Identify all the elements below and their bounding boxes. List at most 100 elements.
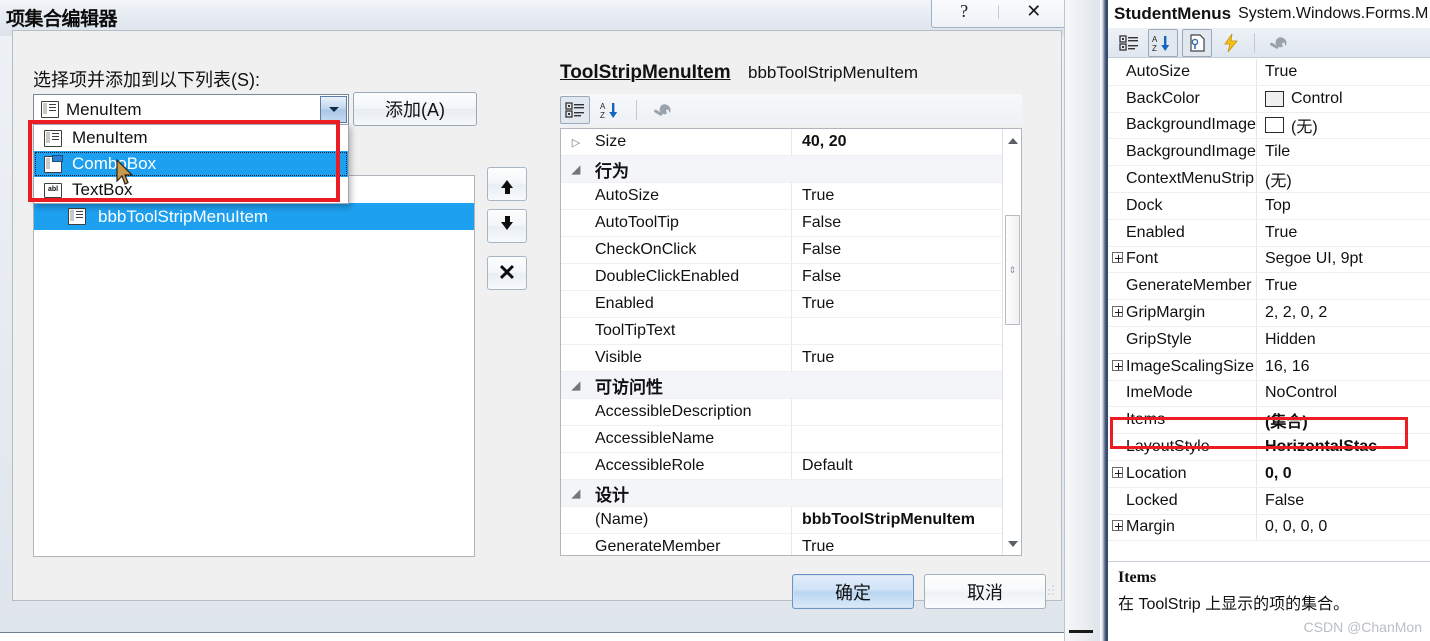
add-button[interactable]: 添加(A) bbox=[353, 92, 477, 126]
dropdown-option-menuitem[interactable]: MenuItem bbox=[34, 125, 348, 151]
expand-plus-icon[interactable] bbox=[1112, 252, 1123, 263]
property-row[interactable]: ImeModeNoControl bbox=[1108, 381, 1430, 408]
property-value[interactable]: 0, 0 bbox=[1256, 461, 1430, 487]
property-category-row[interactable]: ◢行为 bbox=[561, 156, 1021, 183]
property-value[interactable]: True bbox=[791, 183, 1021, 209]
property-grid-list[interactable]: ▷Size40, 20◢行为AutoSizeTrueAutoToolTipFal… bbox=[560, 128, 1022, 556]
properties-wrench-icon[interactable] bbox=[1263, 29, 1293, 57]
expander-icon[interactable]: ◢ bbox=[561, 379, 591, 392]
property-row[interactable]: FontSegoe UI, 9pt bbox=[1108, 247, 1430, 274]
property-row[interactable]: GripStyleHidden bbox=[1108, 327, 1430, 354]
property-grid-scrollbar[interactable]: ⇕ bbox=[1002, 129, 1021, 555]
outer-scroll-strip[interactable] bbox=[1064, 0, 1100, 641]
expand-plus-icon[interactable] bbox=[1112, 467, 1123, 478]
property-value[interactable]: True bbox=[1256, 220, 1430, 246]
property-category-row[interactable]: ◢设计 bbox=[561, 480, 1021, 507]
expander-icon[interactable]: ▷ bbox=[561, 136, 591, 149]
property-row[interactable]: GenerateMemberTrue bbox=[1108, 273, 1430, 300]
property-value[interactable]: True bbox=[791, 345, 1021, 371]
property-row[interactable]: BackgroundImageLayouTile bbox=[1108, 139, 1430, 166]
property-row[interactable]: ImageScalingSize16, 16 bbox=[1108, 354, 1430, 381]
property-value[interactable]: 0, 0, 0, 0 bbox=[1256, 515, 1430, 541]
property-row[interactable]: EnabledTrue bbox=[561, 291, 1021, 318]
property-row[interactable]: AccessibleDescription bbox=[561, 399, 1021, 426]
property-value[interactable]: HorizontalStac bbox=[1256, 434, 1430, 460]
property-value[interactable]: Control bbox=[1256, 86, 1430, 112]
property-row[interactable]: DoubleClickEnabledFalse bbox=[561, 264, 1021, 291]
property-value[interactable]: 40, 20 bbox=[791, 129, 1021, 155]
property-row[interactable]: AutoToolTipFalse bbox=[561, 210, 1021, 237]
property-value[interactable]: Default bbox=[791, 453, 1021, 479]
remove-button[interactable]: ✕ bbox=[487, 256, 527, 290]
item-type-dropdown-list[interactable]: MenuItem ComboBox abl TextBox bbox=[33, 124, 349, 204]
property-row[interactable]: ContextMenuStrip(无) bbox=[1108, 166, 1430, 193]
property-row[interactable]: BackColorControl bbox=[1108, 86, 1430, 113]
property-value[interactable]: False bbox=[791, 237, 1021, 263]
expander-icon[interactable]: ◢ bbox=[561, 163, 591, 176]
property-pages-icon[interactable] bbox=[1182, 29, 1212, 57]
property-row[interactable]: ToolTipText bbox=[561, 318, 1021, 345]
ok-button[interactable]: 确定 bbox=[792, 574, 914, 609]
property-value[interactable]: True bbox=[1256, 273, 1430, 299]
property-value[interactable]: False bbox=[791, 264, 1021, 290]
scroll-down-icon[interactable] bbox=[1003, 534, 1022, 553]
property-value[interactable]: NoControl bbox=[1256, 381, 1430, 407]
property-value[interactable]: False bbox=[791, 210, 1021, 236]
property-value[interactable]: False bbox=[1256, 488, 1430, 514]
property-row[interactable]: AutoSizeTrue bbox=[1108, 59, 1430, 86]
selected-items-listbox[interactable]: aaaToolStripMenuItem bbbToolStripMenuIte… bbox=[33, 175, 475, 557]
property-value[interactable]: (无) bbox=[1256, 166, 1430, 192]
property-value[interactable]: (无) bbox=[1256, 113, 1430, 139]
property-value[interactable]: Tile bbox=[1256, 139, 1430, 165]
chevron-down-icon[interactable] bbox=[320, 96, 347, 123]
property-row[interactable]: AccessibleRoleDefault bbox=[561, 453, 1021, 480]
move-down-button[interactable] bbox=[487, 209, 527, 243]
property-value[interactable]: (集合) bbox=[1256, 407, 1430, 433]
property-value[interactable]: Top bbox=[1256, 193, 1430, 219]
property-value[interactable] bbox=[791, 318, 1021, 344]
property-category-row[interactable]: ◢可访问性 bbox=[561, 372, 1021, 399]
dropdown-option-combobox[interactable]: ComboBox bbox=[34, 151, 348, 177]
property-row[interactable]: BackgroundImage(无) bbox=[1108, 113, 1430, 140]
property-value[interactable]: Segoe UI, 9pt bbox=[1256, 247, 1430, 273]
alphabetical-sort-icon[interactable]: A Z bbox=[596, 96, 626, 124]
cancel-button[interactable]: 取消 bbox=[924, 574, 1046, 609]
property-value[interactable] bbox=[791, 156, 1021, 182]
property-row[interactable]: GripMargin2, 2, 0, 2 bbox=[1108, 300, 1430, 327]
property-value[interactable] bbox=[791, 372, 1021, 398]
property-value[interactable]: True bbox=[1256, 59, 1430, 85]
property-value[interactable]: Hidden bbox=[1256, 327, 1430, 353]
move-up-button[interactable] bbox=[487, 167, 527, 201]
expand-plus-icon[interactable] bbox=[1112, 306, 1123, 317]
item-type-combobox[interactable]: MenuItem bbox=[33, 94, 349, 125]
expand-plus-icon[interactable] bbox=[1112, 360, 1123, 371]
property-value[interactable]: bbbToolStripMenuItem bbox=[791, 507, 1021, 533]
categorized-icon[interactable] bbox=[1114, 29, 1144, 57]
property-value[interactable]: True bbox=[791, 291, 1021, 317]
help-icon[interactable]: ? bbox=[934, 0, 994, 26]
property-value[interactable] bbox=[791, 426, 1021, 452]
property-row[interactable]: CheckOnClickFalse bbox=[561, 237, 1021, 264]
property-row[interactable]: ▷Size40, 20 bbox=[561, 129, 1021, 156]
property-row[interactable]: Items(集合) bbox=[1108, 407, 1430, 434]
property-row[interactable]: LayoutStyleHorizontalStac bbox=[1108, 434, 1430, 461]
scroll-up-icon[interactable] bbox=[1003, 131, 1022, 150]
dropdown-option-textbox[interactable]: abl TextBox bbox=[34, 177, 348, 203]
expand-plus-icon[interactable] bbox=[1112, 520, 1123, 531]
property-value[interactable]: True bbox=[791, 534, 1021, 556]
close-icon[interactable]: ✕ bbox=[1004, 0, 1064, 26]
property-row[interactable]: (Name)bbbToolStripMenuItem bbox=[561, 507, 1021, 534]
property-row[interactable]: AutoSizeTrue bbox=[561, 183, 1021, 210]
events-lightning-icon[interactable] bbox=[1216, 29, 1246, 57]
scrollbar-thumb[interactable]: ⇕ bbox=[1005, 215, 1020, 325]
property-row[interactable]: GenerateMemberTrue bbox=[561, 534, 1021, 556]
property-row[interactable]: Margin0, 0, 0, 0 bbox=[1108, 515, 1430, 542]
properties-wrench-icon[interactable] bbox=[647, 96, 677, 124]
property-value[interactable]: 2, 2, 0, 2 bbox=[1256, 300, 1430, 326]
property-row[interactable]: AccessibleName bbox=[561, 426, 1021, 453]
property-value[interactable]: 16, 16 bbox=[1256, 354, 1430, 380]
property-row[interactable]: Location0, 0 bbox=[1108, 461, 1430, 488]
property-value[interactable] bbox=[791, 399, 1021, 425]
property-row[interactable]: DockTop bbox=[1108, 193, 1430, 220]
property-row[interactable]: VisibleTrue bbox=[561, 345, 1021, 372]
